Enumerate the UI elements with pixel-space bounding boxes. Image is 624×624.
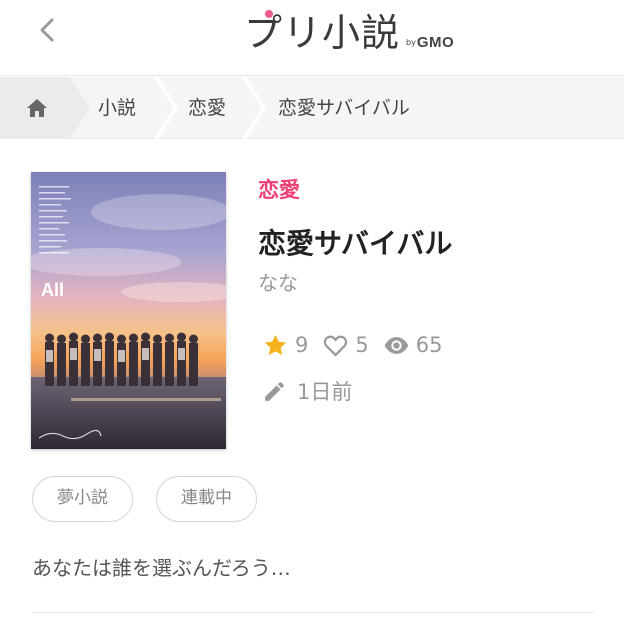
chevron-left-icon [40,18,54,42]
breadcrumb-item-novel[interactable]: 小説 [98,77,136,139]
cover-image[interactable]: All [31,172,226,449]
likes-count: 5 [355,333,369,357]
logo-dot [265,10,273,18]
synopsis-text: あなたは誰を選ぶんだろう… [32,556,291,580]
breadcrumb-home[interactable] [0,77,90,139]
tag-dream-novel[interactable]: 夢小説 [32,476,133,522]
updated-info: 1日前 [262,376,352,406]
logo-by-text: by [406,38,416,47]
eye-icon [384,336,409,354]
breadcrumb-item-genre[interactable]: 恋愛 [188,77,226,139]
views-count: 65 [415,333,443,357]
stars-count: 9 [295,333,309,357]
app-header: プリ小説 by GMO [0,0,624,76]
novel-stats: 9 5 65 [262,330,456,360]
updated-time: 1日前 [297,380,353,404]
stars-stat: 9 [262,332,308,359]
likes-stat: 5 [322,332,369,359]
heart-icon [324,335,348,357]
cover-overlay-text: All [41,280,65,300]
app-logo[interactable]: プリ小説 by GMO [244,6,454,56]
novel-title: 恋愛サバイバル [258,227,453,260]
views-stat: 65 [383,332,443,359]
genre-label[interactable]: 恋愛 [258,174,300,204]
author-name[interactable]: なな [258,267,298,296]
back-button[interactable] [30,12,66,48]
divider [32,612,594,613]
breadcrumb-separator [154,77,178,139]
pencil-icon [265,381,284,401]
breadcrumb-item-current: 恋愛サバイバル [278,97,410,119]
breadcrumb: 小説 恋愛 恋愛サバイバル [0,77,624,139]
logo-gmo-text: GMO [416,34,455,51]
home-icon [27,99,47,117]
tag-serializing[interactable]: 連載中 [156,476,257,522]
breadcrumb-separator [242,77,266,139]
star-icon [264,334,287,355]
